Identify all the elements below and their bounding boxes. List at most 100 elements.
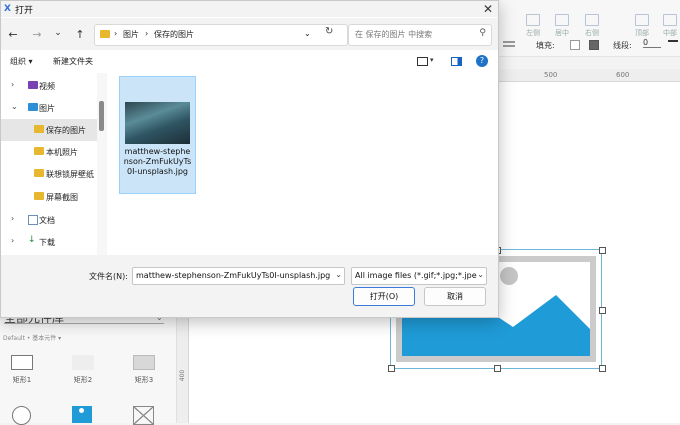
navigation-pane: › 视频 ⌄ 图片 保存的图片 本机照片 联想锁屏壁纸 屏幕截图 › 文档 › … [1,73,107,255]
resize-handle[interactable] [388,365,395,372]
resize-handle[interactable] [599,247,606,254]
align-middle-tool[interactable]: 中部 [655,14,680,38]
ruler-tick: 600 [616,71,630,79]
navigation-bar: ← → ⌄ ↑ › 图片 › 保存的图片 ⌄ ↻ 在 保存的图片 中搜索 ⚲ [1,18,498,50]
filetype-select[interactable]: All image files (*.gif;*.jpg;*.jpe ⌄ [351,267,487,285]
open-button[interactable]: 打开(O) [353,287,415,306]
breadcrumb-item[interactable]: 图片 [123,29,139,40]
placeholder-widget-icon[interactable] [133,406,154,425]
folder-icon [34,147,44,155]
align-center-tool[interactable]: 居中 [547,14,577,38]
sidebar-item-lock-screen[interactable]: 联想锁屏壁纸 [1,163,97,185]
align-right-tool[interactable]: 右侧 [577,14,607,38]
library-divider [4,323,164,324]
sidebar-item-documents[interactable]: › 文档 [1,209,97,231]
resize-handle[interactable] [599,307,606,314]
image-thumbnail [125,102,190,144]
fill-label: 填充: [536,41,555,50]
document-icon [28,215,38,225]
align-left-tool[interactable]: 左侧 [518,14,548,38]
chevron-right-icon[interactable]: › [11,80,14,89]
widget-rect1[interactable]: 矩形1 [2,355,42,385]
chevron-down-icon[interactable]: ▾ [430,56,434,64]
resize-handle[interactable] [599,365,606,372]
view-options-icon[interactable] [417,57,428,66]
filename-label: 文件名(N): [89,272,128,281]
organize-button[interactable]: 组织 ▾ [10,56,33,67]
chevron-down-icon[interactable]: ⌄ [335,270,342,279]
fill-none-swatch[interactable] [570,40,580,50]
forward-arrow-icon[interactable]: → [30,28,44,41]
dialog-titlebar[interactable]: X 打开 ✕ [1,1,498,17]
dialog-title: 打开 [15,6,34,16]
command-bar: 组织 ▾ 新建文件夹 ▾ ? [1,51,498,73]
pictures-icon [28,103,38,111]
breadcrumb-item[interactable]: 保存的图片 [154,29,194,40]
rect-icon [11,355,33,370]
widget-rect3[interactable]: 矩形3 [124,355,164,385]
library-subtitle[interactable]: Default • 基本元件 ▾ [3,333,61,342]
folder-icon [34,169,44,177]
fill-color-swatch[interactable] [589,40,599,50]
filename-value: matthew-stephenson-ZmFukUyTs0I-unsplash.… [136,271,331,280]
sidebar-item-pictures[interactable]: ⌄ 图片 [1,97,97,119]
align-middle-icon [663,14,677,26]
align-right-icon [585,14,599,26]
line-label: 线段: [613,41,632,50]
line-width-input[interactable]: 0 [643,38,661,48]
download-icon: ↓ [28,235,36,245]
refresh-icon[interactable]: ↻ [325,26,333,37]
align-left-icon [526,14,540,26]
chevron-right-icon[interactable]: › [11,236,14,245]
align-top-tool[interactable]: 顶部 [627,14,657,38]
breadcrumb-sep: › [114,29,118,38]
folder-icon [34,125,44,133]
align-center-icon [555,14,569,26]
search-icon: ⚲ [479,28,486,38]
file-name: matthew-stephenson-ZmFukUyTs0I-unsplash.… [123,147,192,176]
align-top-icon [635,14,649,26]
sidebar-item-saved-pictures[interactable]: 保存的图片 [1,119,97,141]
circle-widget-icon[interactable] [12,406,31,425]
line-style-icon[interactable] [503,41,515,47]
app-icon: X [4,4,11,14]
horizontal-ruler: 500 600 [497,69,680,82]
new-folder-button[interactable]: 新建文件夹 [53,56,93,67]
filetype-value: All image files (*.gif;*.jpg;*.jpe [355,271,477,280]
recent-locations-icon[interactable]: ⌄ [51,28,65,38]
ruler-tick: 400 [179,369,187,382]
video-icon [28,81,38,89]
sidebar-scroll-thumb[interactable] [99,101,104,131]
filename-input[interactable]: matthew-stephenson-ZmFukUyTs0I-unsplash.… [132,267,345,285]
open-file-dialog: X 打开 ✕ ← → ⌄ ↑ › 图片 › 保存的图片 ⌄ ↻ 在 保存的图片 … [0,0,499,318]
folder-icon [34,192,44,200]
up-arrow-icon[interactable]: ↑ [73,28,87,41]
sidebar-item-screenshots[interactable]: 屏幕截图 [1,186,97,208]
image-widget-icon[interactable] [72,406,92,423]
preview-pane-icon[interactable] [451,57,462,66]
vertical-ruler: 400 [176,316,189,423]
sidebar-item-videos[interactable]: › 视频 [1,75,97,97]
resize-handle[interactable] [494,365,501,372]
line-color-swatch[interactable] [668,40,678,50]
help-icon[interactable]: ? [476,55,488,67]
back-arrow-icon[interactable]: ← [6,28,20,41]
search-box[interactable]: 在 保存的图片 中搜索 ⚲ [348,24,492,46]
address-bar[interactable]: › 图片 › 保存的图片 ⌄ [94,24,348,46]
widget-rect2[interactable]: 矩形2 [63,355,103,385]
dialog-footer: 文件名(N): matthew-stephenson-ZmFukUyTs0I-u… [1,255,498,317]
file-item[interactable]: matthew-stephenson-ZmFukUyTs0I-unsplash.… [119,76,196,194]
rect-icon [72,355,94,370]
chevron-right-icon[interactable]: › [11,214,14,223]
breadcrumb-sep: › [145,29,149,38]
sidebar-item-downloads[interactable]: › ↓ 下载 [1,231,97,253]
close-icon[interactable]: ✕ [478,1,498,17]
cancel-button[interactable]: 取消 [424,287,486,306]
folder-icon [100,30,110,38]
chevron-down-icon[interactable]: ⌄ [477,270,484,279]
rect-icon [133,355,155,370]
sidebar-item-camera-roll[interactable]: 本机照片 [1,141,97,163]
search-placeholder: 在 保存的图片 中搜索 [355,30,433,39]
address-dropdown-icon[interactable]: ⌄ [304,29,311,38]
chevron-down-icon[interactable]: ⌄ [11,102,18,111]
